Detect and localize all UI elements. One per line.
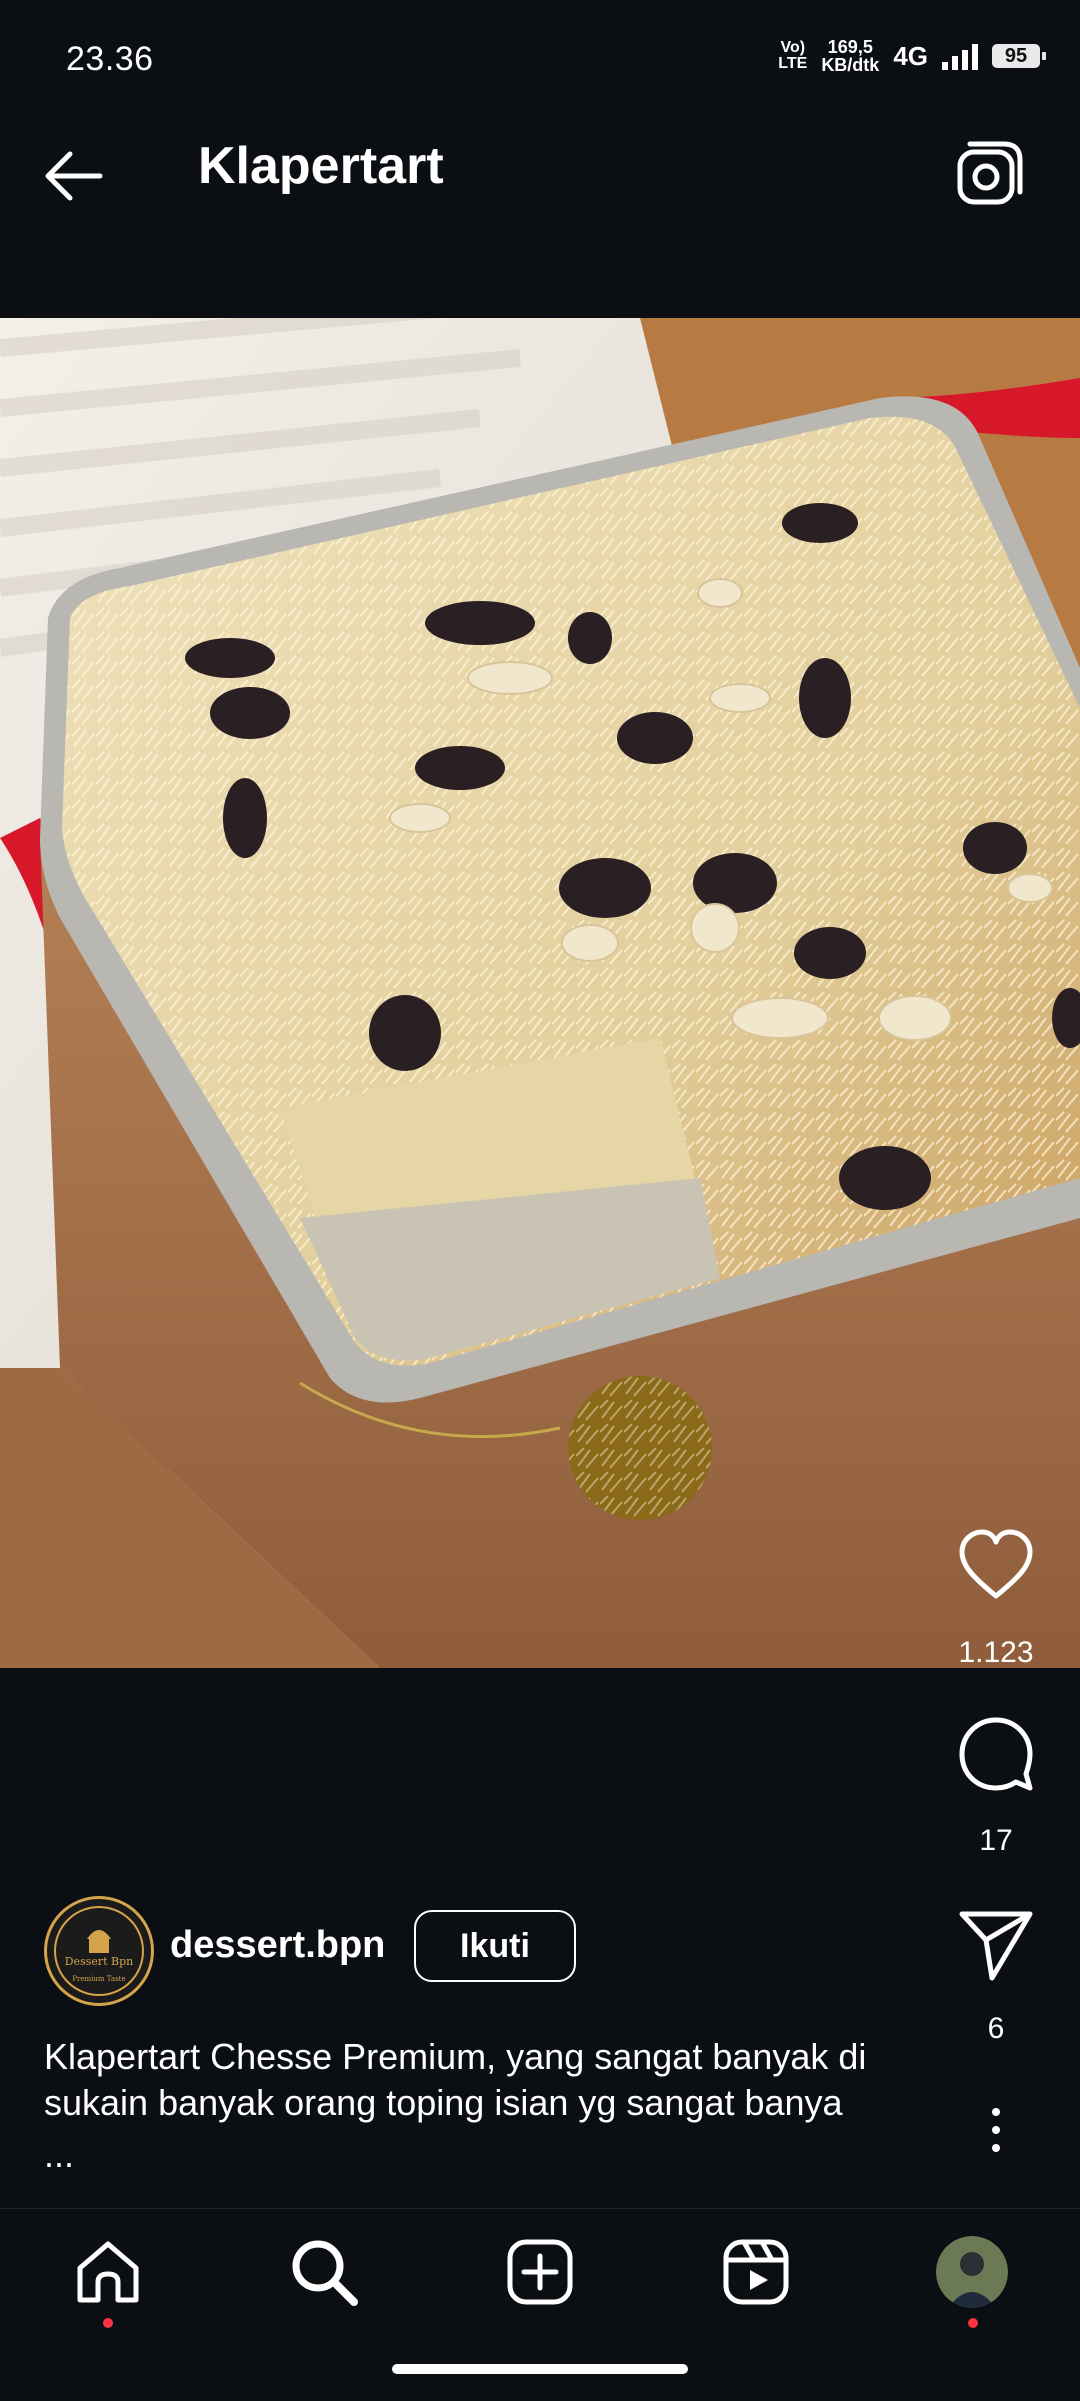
home-notification-dot bbox=[103, 2318, 113, 2328]
share-count: 6 bbox=[987, 2012, 1005, 2045]
comment-icon[interactable] bbox=[956, 1714, 1036, 1794]
status-indicators: Vo) LTE 169,5 KB/dtk 4G 95 bbox=[778, 37, 1046, 75]
svg-text:Dessert Bpn: Dessert Bpn bbox=[65, 1955, 134, 1968]
reels-icon[interactable] bbox=[720, 2236, 792, 2308]
network-speed: 169,5 KB/dtk bbox=[821, 37, 880, 75]
post-image[interactable] bbox=[0, 318, 1080, 1668]
post-caption[interactable]: Klapertart Chesse Premium, yang sangat b… bbox=[44, 2034, 944, 2126]
caption-more[interactable]: ... bbox=[44, 2134, 74, 2176]
battery-icon: 95 bbox=[992, 44, 1046, 68]
home-icon[interactable] bbox=[72, 2236, 144, 2308]
svg-text:Premium Taste: Premium Taste bbox=[72, 1975, 125, 1983]
status-time: 23.36 bbox=[66, 40, 154, 78]
comment-count: 17 bbox=[979, 1824, 1013, 1857]
profile-avatar[interactable] bbox=[936, 2236, 1008, 2308]
search-icon[interactable] bbox=[288, 2236, 360, 2308]
share-icon[interactable] bbox=[956, 1904, 1036, 1984]
author-username[interactable]: dessert.bpn bbox=[170, 1924, 385, 1967]
like-count: 1.123 bbox=[958, 1636, 1034, 1669]
volte-indicator: Vo) LTE bbox=[778, 39, 808, 72]
heart-icon[interactable] bbox=[956, 1526, 1036, 1606]
arrow-left-icon[interactable] bbox=[40, 140, 112, 212]
create-icon[interactable] bbox=[504, 2236, 576, 2308]
page-title: Klapertart bbox=[198, 137, 444, 195]
profile-notification-dot bbox=[968, 2318, 978, 2328]
follow-button[interactable]: Ikuti bbox=[414, 1910, 576, 1982]
more-options-icon[interactable] bbox=[986, 2106, 1006, 2156]
author-avatar[interactable]: Dessert Bpn Premium Taste bbox=[44, 1896, 154, 2006]
home-indicator[interactable] bbox=[392, 2364, 688, 2374]
camera-icon[interactable] bbox=[952, 136, 1028, 212]
network-type: 4G bbox=[893, 40, 928, 71]
signal-icon bbox=[942, 42, 978, 70]
